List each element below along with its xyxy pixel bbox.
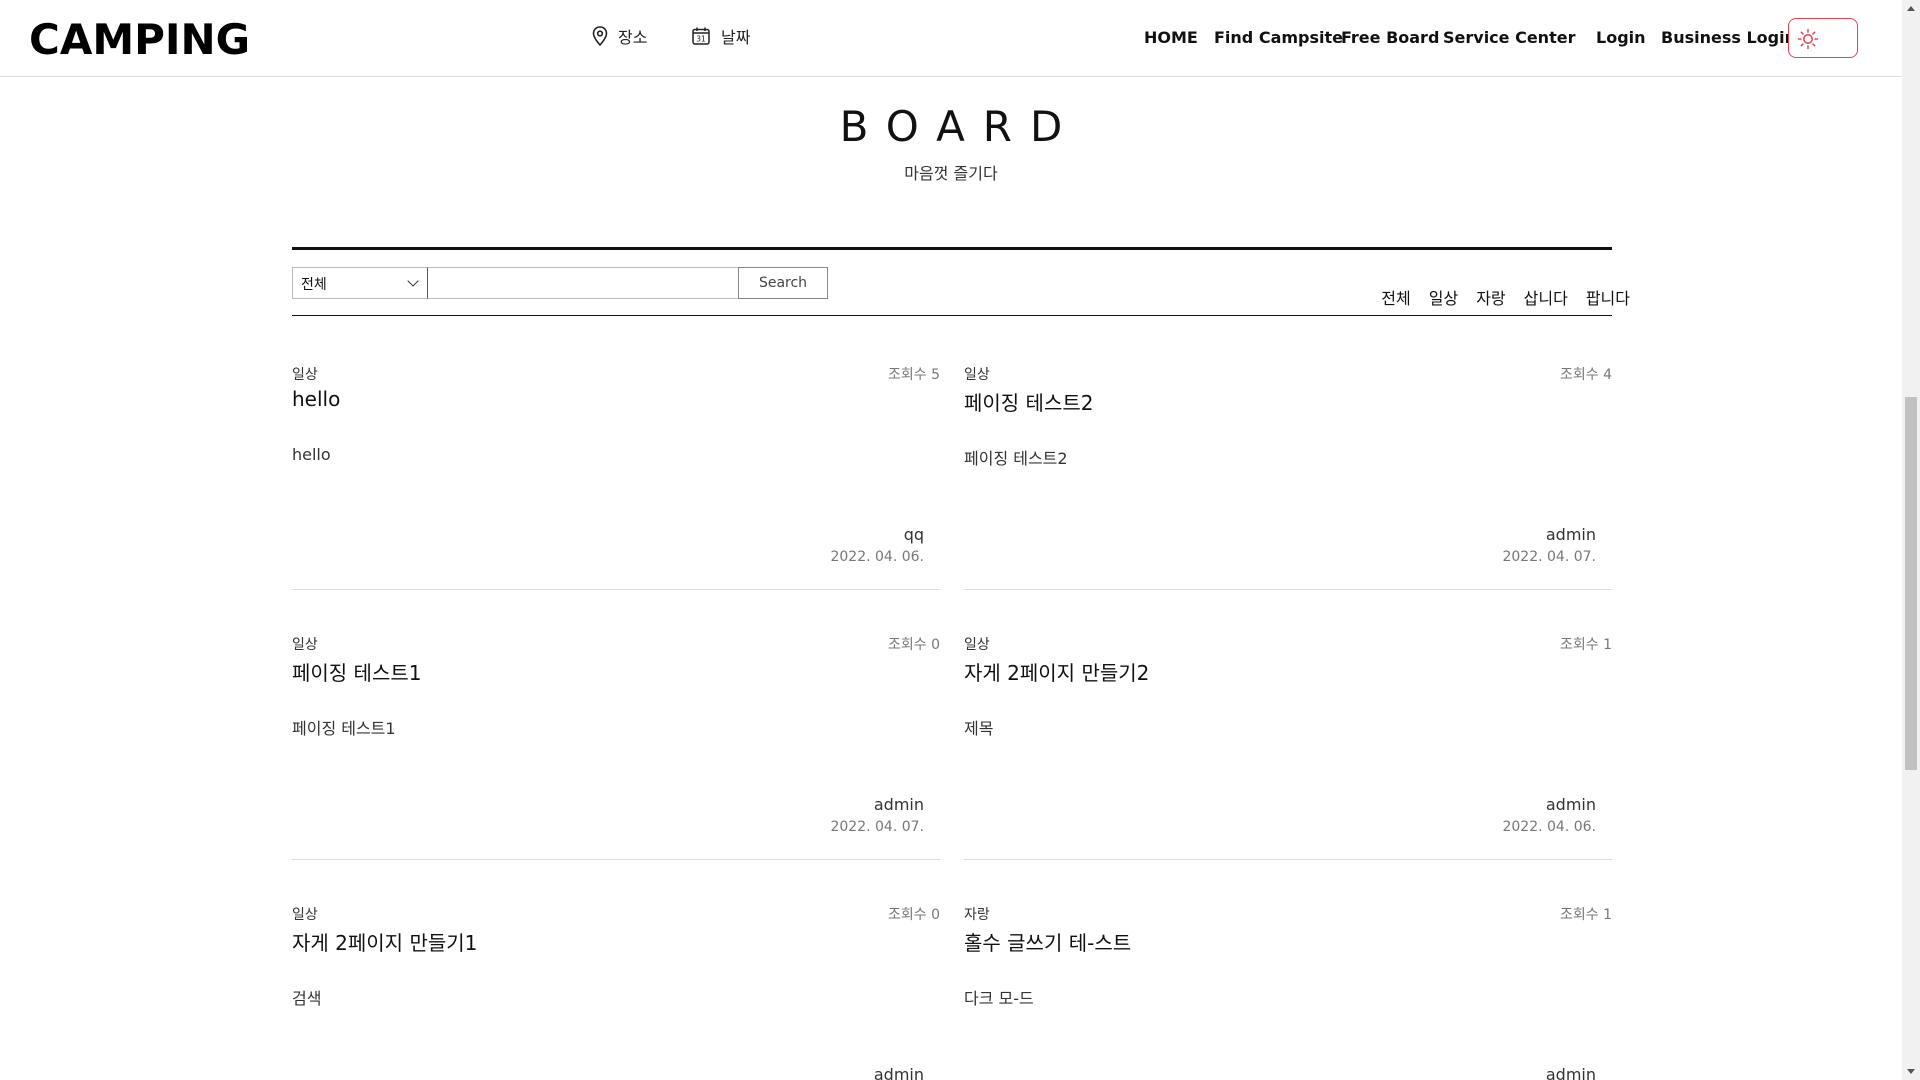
- site-header: CAMPING 장소 31 날짜 HOME Find Campsite Free…: [0, 0, 1902, 77]
- sun-icon: [1797, 28, 1819, 50]
- scroll-thumb[interactable]: [1905, 397, 1917, 770]
- nav-find-campsite[interactable]: Find Campsite: [1214, 28, 1343, 47]
- search-category-value: 전체: [301, 277, 327, 293]
- search-input[interactable]: [427, 267, 739, 299]
- category-boast[interactable]: 자랑: [1476, 285, 1505, 309]
- calendar-icon: 31: [692, 27, 710, 45]
- post-author: admin: [873, 795, 924, 814]
- category-sell[interactable]: 팝니다: [1586, 285, 1630, 309]
- post-author: admin: [1545, 795, 1596, 814]
- page-scrollbar[interactable]: [1902, 0, 1920, 1080]
- scroll-up-arrow-icon[interactable]: [1907, 6, 1915, 11]
- post-card[interactable]: 일상 조회수 5 hello hello qq 2022. 04. 06.: [292, 364, 940, 590]
- filter-divider: [292, 315, 1612, 316]
- post-author: admin: [873, 1065, 924, 1080]
- place-selector[interactable]: 장소: [592, 24, 647, 48]
- post-title[interactable]: 자게 2페이지 만들기1: [292, 927, 477, 956]
- post-card[interactable]: 일상 조회수 1 자게 2페이지 만들기2 제목 admin 2022. 04.…: [964, 634, 1612, 860]
- post-category: 일상: [292, 907, 318, 923]
- post-body: 페이징 테스트2: [964, 449, 1068, 468]
- post-title[interactable]: 자게 2페이지 만들기2: [964, 657, 1149, 686]
- theme-toggle-button[interactable]: [1788, 18, 1858, 58]
- post-body: hello: [292, 445, 331, 464]
- site-logo[interactable]: CAMPING: [29, 18, 250, 62]
- category-buy[interactable]: 삽니다: [1524, 285, 1568, 309]
- post-views: 조회수 1: [1560, 907, 1612, 923]
- post-category: 일상: [964, 637, 990, 653]
- post-title[interactable]: 페이징 테스트2: [964, 387, 1093, 416]
- nav-free-board[interactable]: Free Board: [1341, 28, 1439, 47]
- location-pin-icon: [592, 26, 608, 46]
- post-author: qq: [903, 525, 924, 544]
- post-title[interactable]: 페이징 테스트1: [292, 657, 421, 686]
- nav-service-center[interactable]: Service Center: [1443, 28, 1575, 47]
- search-category-select[interactable]: 전체: [292, 267, 428, 299]
- post-category: 일상: [292, 367, 318, 383]
- post-title[interactable]: hello: [292, 387, 340, 411]
- post-card[interactable]: 자랑 조회수 1 홀수 글쓰기 테-스트 다크 모-드 admin: [964, 904, 1612, 1080]
- post-views: 조회수 4: [1560, 367, 1612, 383]
- post-views: 조회수 1: [1560, 637, 1612, 653]
- post-date: 2022. 04. 06.: [1502, 819, 1596, 835]
- post-date: 2022. 04. 07.: [1502, 549, 1596, 565]
- post-card[interactable]: 일상 조회수 0 자게 2페이지 만들기1 검색 admin: [292, 904, 940, 1080]
- post-body: 제목: [964, 719, 994, 738]
- nav-item-wrap-1: Find Campsite: [1214, 28, 1343, 47]
- post-date: 2022. 04. 07.: [830, 819, 924, 835]
- nav-home[interactable]: HOME: [1144, 28, 1198, 47]
- board-top-divider: [292, 247, 1612, 250]
- post-category: 일상: [964, 367, 990, 383]
- date-selector[interactable]: 31 날짜: [691, 24, 750, 48]
- post-body: 검색: [292, 989, 322, 1008]
- post-author: admin: [1545, 1065, 1596, 1080]
- post-title[interactable]: 홀수 글쓰기 테-스트: [964, 927, 1131, 956]
- search-button[interactable]: Search: [738, 267, 828, 299]
- post-category: 자랑: [964, 907, 990, 923]
- board-subtitle: 마음껏 즐기다: [904, 164, 998, 183]
- nav-item-wrap-4: Login: [1596, 28, 1646, 47]
- category-all[interactable]: 전체: [1381, 285, 1410, 309]
- board-title: BOARD: [839, 102, 1081, 151]
- nav-login[interactable]: Login: [1596, 28, 1646, 47]
- calendar-day-text: 31: [696, 35, 706, 44]
- post-card[interactable]: 일상 조회수 0 페이징 테스트1 페이징 테스트1 admin 2022. 0…: [292, 634, 940, 860]
- post-views: 조회수 0: [888, 907, 940, 923]
- post-date: 2022. 04. 06.: [830, 549, 924, 565]
- post-category: 일상: [292, 637, 318, 653]
- post-body: 다크 모-드: [964, 989, 1034, 1008]
- post-body: 페이징 테스트1: [292, 719, 396, 738]
- place-label: 장소: [618, 28, 648, 47]
- post-author: admin: [1545, 525, 1596, 544]
- post-views: 조회수 5: [888, 367, 940, 383]
- main-nav: HOME: [1144, 28, 1198, 47]
- nav-item-wrap-2: Free Board: [1341, 28, 1439, 47]
- post-card[interactable]: 일상 조회수 4 페이징 테스트2 페이징 테스트2 admin 2022. 0…: [964, 364, 1612, 590]
- category-filter: 전체 일상 자랑 삽니다 팝니다: [1363, 285, 1630, 309]
- category-daily[interactable]: 일상: [1429, 285, 1458, 309]
- chevron-down-icon: [407, 275, 419, 287]
- nav-item-wrap-5: Business Login: [1661, 28, 1796, 47]
- date-label: 날짜: [721, 28, 751, 47]
- nav-item-wrap-3: Service Center: [1443, 28, 1575, 47]
- nav-business-login[interactable]: Business Login: [1661, 28, 1796, 47]
- scroll-down-arrow-icon[interactable]: [1907, 1069, 1915, 1074]
- post-views: 조회수 0: [888, 637, 940, 653]
